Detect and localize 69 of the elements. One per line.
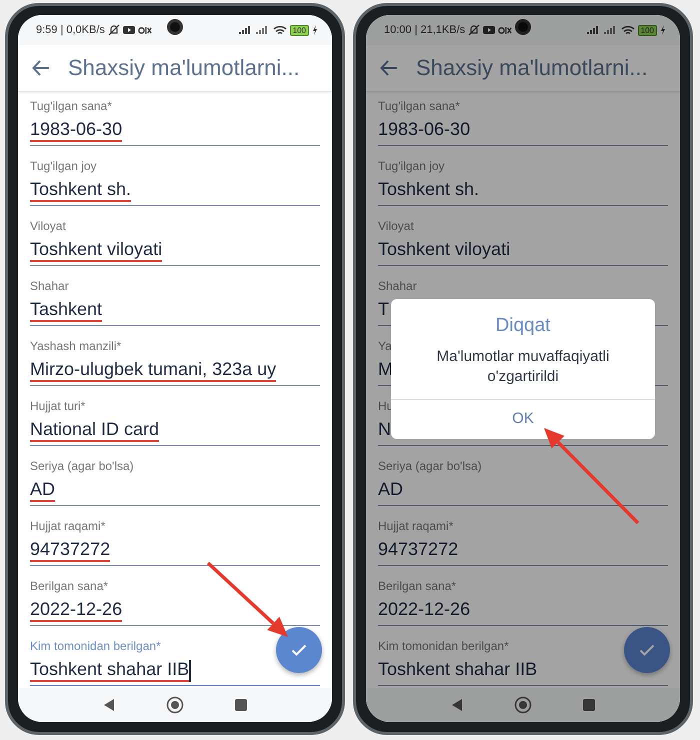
- text-field[interactable]: Tashkent: [30, 299, 320, 326]
- field-label: Yashash manzili*: [30, 339, 122, 353]
- text-field[interactable]: 2022-12-26: [378, 599, 668, 626]
- home-nav-icon[interactable]: [514, 696, 532, 714]
- field-label: Berilgan sana*: [30, 579, 108, 593]
- field-label: Tug'ilgan joy: [30, 159, 97, 173]
- field-label: Hujjat raqami*: [378, 519, 454, 533]
- text-field[interactable]: AD: [30, 479, 320, 506]
- signal-icon: [256, 25, 270, 35]
- text-field[interactable]: Mirzo-ulugbek tumani, 323a uy: [30, 359, 320, 386]
- recents-nav-icon[interactable]: [582, 699, 595, 711]
- save-fab[interactable]: [276, 627, 322, 673]
- save-fab[interactable]: [624, 627, 670, 673]
- field-label: Shahar: [378, 279, 417, 293]
- text-field[interactable]: 94737272: [378, 539, 668, 566]
- field-label: Tug'ilgan sana*: [378, 99, 460, 113]
- back-nav-icon[interactable]: [451, 698, 464, 712]
- field-label: Hujjat raqami*: [30, 519, 106, 533]
- field-label: Viloyat: [30, 219, 66, 233]
- field-label: Berilgan sana*: [378, 579, 456, 593]
- check-icon: [291, 644, 307, 656]
- field-label: Kim tomonidan berilgan*: [30, 639, 161, 653]
- text-field[interactable]: AD: [378, 479, 668, 506]
- screen-title: Shaxsiy ma'lumotlarni...: [416, 55, 648, 81]
- camera-hole: [167, 19, 183, 35]
- app-icon: [138, 26, 152, 34]
- text-field[interactable]: Toshkent sh.: [30, 179, 320, 206]
- signal-icon: [604, 25, 618, 35]
- dialog-message: Ma'lumotlar muvaffaqiyatli o'zgartirildi: [436, 346, 610, 386]
- status-text: 9:59 | 0,0KB/s: [36, 24, 105, 36]
- field-label: Ya: [378, 339, 392, 353]
- field-label: Viloyat: [378, 219, 414, 233]
- field-label: Seriya (agar bo'lsa): [30, 459, 134, 473]
- field-label: Tug'ilgan sana*: [30, 99, 112, 113]
- text-field[interactable]: Toshkent viloyati: [30, 239, 320, 266]
- home-nav-icon[interactable]: [166, 696, 184, 714]
- field-label: Hujjat turi*: [30, 399, 86, 413]
- app-icon: [498, 26, 512, 34]
- bell-off-icon: [468, 24, 480, 36]
- charging-icon: [660, 25, 666, 35]
- wifi-icon: [620, 24, 635, 36]
- field-label: Shahar: [30, 279, 69, 293]
- screen-title: Shaxsiy ma'lumotlarni...: [68, 55, 300, 81]
- recents-nav-icon[interactable]: [234, 699, 247, 711]
- text-field[interactable]: Toshkent sh.: [378, 179, 668, 206]
- field-label: Kim tomonidan berilgan*: [378, 639, 509, 653]
- text-field[interactable]: 94737272: [30, 539, 320, 566]
- charging-icon: [312, 25, 318, 35]
- status-text: 10:00 | 21,1KB/s: [384, 24, 466, 36]
- video-icon: [122, 25, 135, 35]
- field-label: Seriya (agar bo'lsa): [378, 459, 482, 473]
- text-field[interactable]: National ID card: [30, 419, 320, 446]
- text-field[interactable]: 1983-06-30: [378, 119, 668, 146]
- text-field[interactable]: Toshkent viloyati: [378, 239, 668, 266]
- check-icon: [639, 644, 655, 656]
- camera-hole: [515, 19, 531, 35]
- battery-level: 100: [290, 24, 309, 36]
- wifi-icon: [272, 24, 287, 36]
- signal-icon: [586, 25, 601, 35]
- video-icon: [483, 25, 496, 35]
- back-nav-icon[interactable]: [103, 698, 116, 712]
- dialog-title: Diqqat: [496, 314, 550, 336]
- text-field[interactable]: 1983-06-30: [30, 119, 320, 146]
- back-button[interactable]: [380, 59, 398, 77]
- bell-off-icon: [108, 24, 120, 36]
- field-label: Tug'ilgan joy: [378, 159, 445, 173]
- back-button[interactable]: [32, 59, 50, 77]
- signal-icon: [238, 25, 253, 35]
- battery-level: 100: [638, 24, 657, 36]
